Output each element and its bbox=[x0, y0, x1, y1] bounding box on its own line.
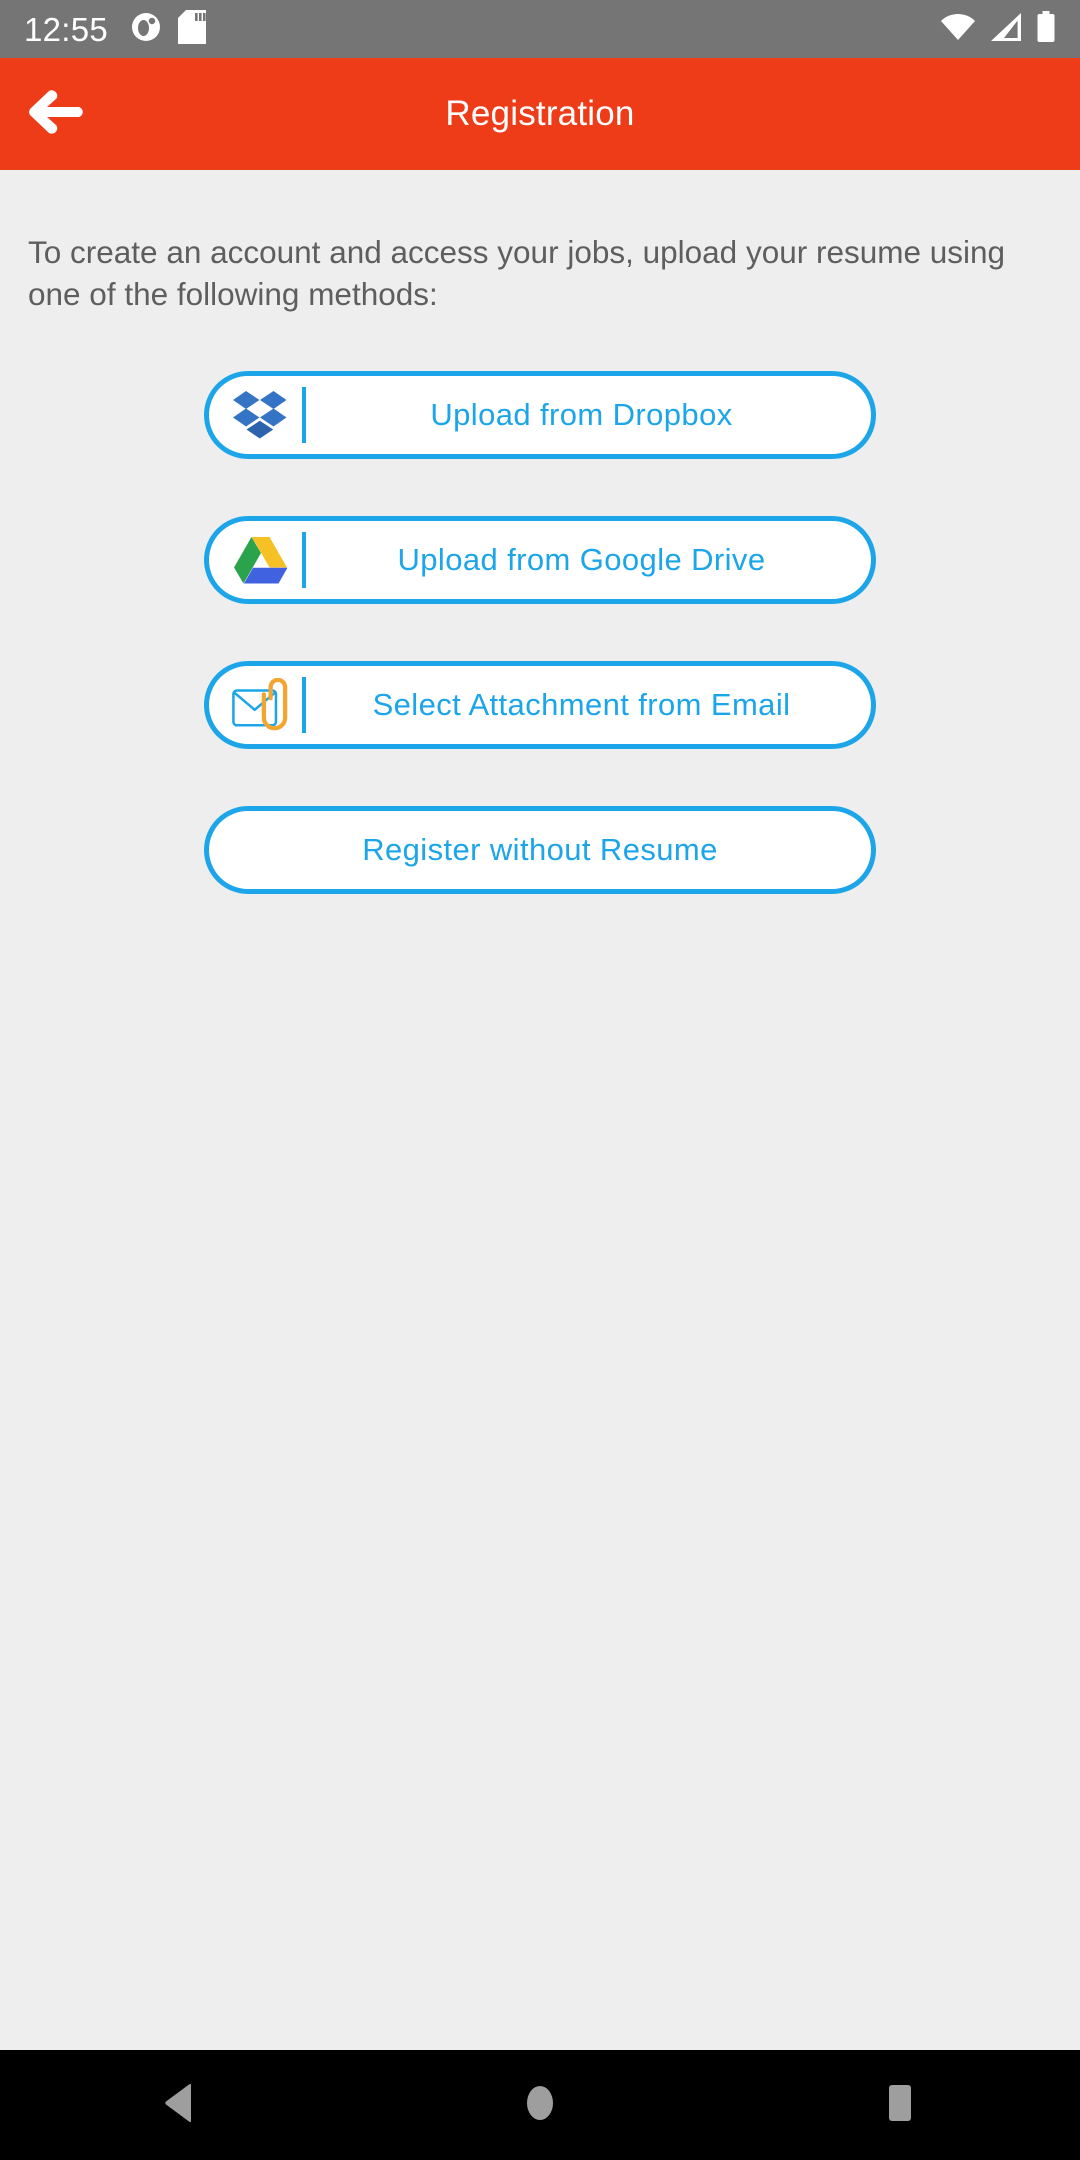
intro-text: To create an account and access your job… bbox=[28, 234, 1006, 312]
battery-icon bbox=[1036, 10, 1056, 48]
status-bar-left-icons bbox=[130, 9, 207, 49]
back-button[interactable] bbox=[0, 58, 110, 170]
email-attachment-icon bbox=[231, 676, 289, 734]
google-drive-icon bbox=[231, 531, 289, 589]
status-bar: 12:55 bbox=[0, 0, 1080, 58]
wifi-icon bbox=[940, 12, 976, 47]
alarm-clock-icon bbox=[130, 11, 162, 48]
back-arrow-icon bbox=[25, 89, 85, 140]
status-bar-clock: 12:55 bbox=[24, 10, 109, 48]
upload-from-dropbox-button[interactable]: Upload from Dropbox bbox=[204, 371, 876, 460]
register-without-resume-label: Register without Resume bbox=[362, 832, 718, 868]
sd-card-icon bbox=[178, 9, 207, 49]
main-content: To create an account and access your job… bbox=[0, 170, 1080, 2062]
select-attachment-from-email-label: Select Attachment from Email bbox=[372, 687, 791, 723]
nav-back-button[interactable] bbox=[90, 2050, 270, 2160]
upload-from-dropbox-label: Upload from Dropbox bbox=[430, 397, 733, 433]
upload-method-list: Upload from Dropbox Upload from Google D… bbox=[0, 371, 1080, 951]
home-circle-icon bbox=[522, 2081, 558, 2130]
status-bar-right-icons bbox=[940, 10, 1056, 48]
nav-home-button[interactable] bbox=[450, 2050, 630, 2160]
back-triangle-icon bbox=[160, 2082, 200, 2129]
dropbox-icon bbox=[231, 386, 289, 444]
app-bar: Registration bbox=[0, 58, 1080, 170]
register-without-resume-button[interactable]: Register without Resume bbox=[204, 806, 876, 895]
page-title: Registration bbox=[445, 94, 635, 133]
upload-from-google-drive-label: Upload from Google Drive bbox=[397, 542, 766, 578]
upload-from-google-drive-button[interactable]: Upload from Google Drive bbox=[204, 516, 876, 605]
recents-square-icon bbox=[882, 2081, 918, 2130]
nav-recents-button[interactable] bbox=[810, 2050, 990, 2160]
android-navigation-bar bbox=[0, 2050, 1080, 2160]
cellular-signal-icon bbox=[989, 12, 1023, 47]
select-attachment-from-email-button[interactable]: Select Attachment from Email bbox=[204, 661, 876, 750]
